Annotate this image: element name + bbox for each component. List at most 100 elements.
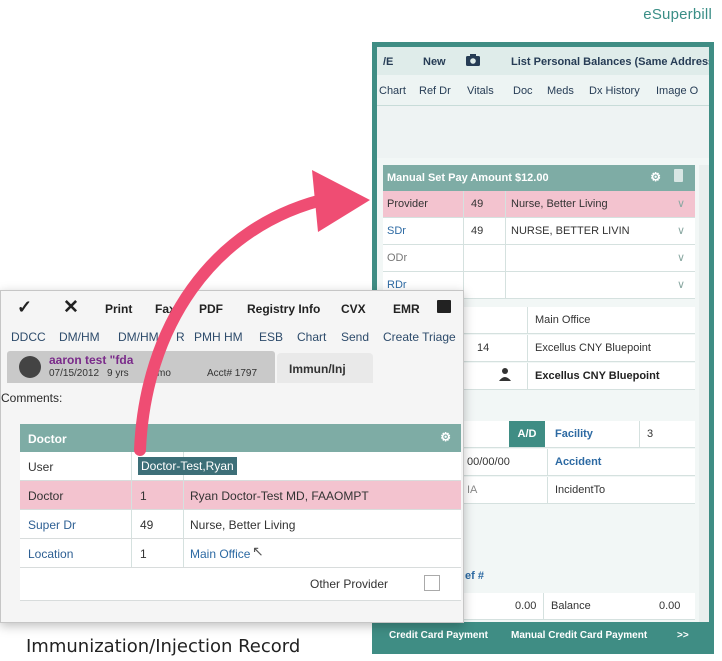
doctor-row[interactable]: Doctor 1 Ryan Doctor-Test MD, FAAOMPT	[20, 481, 461, 510]
patient-acct: Acct# 1797	[207, 368, 258, 379]
settings-icon[interactable]: ⚙	[440, 430, 451, 444]
other-provider-checkbox[interactable]	[424, 575, 440, 591]
nav-esb[interactable]: ESB	[259, 330, 283, 344]
document-icon[interactable]	[674, 169, 683, 182]
nav-ref-dr[interactable]: Ref Dr	[419, 85, 451, 97]
nav-chart[interactable]: Chart	[297, 330, 326, 344]
user-label: User	[28, 460, 54, 474]
chevron-down-icon[interactable]: ∨	[677, 197, 685, 210]
nav-dx-history[interactable]: Dx History	[589, 85, 640, 97]
comments-label: Comments:	[1, 391, 63, 405]
vertical-scrollbar[interactable]	[699, 165, 709, 635]
manual-credit-card-payment-button[interactable]: Manual Credit Card Payment	[511, 630, 647, 641]
nav-pmh-hm[interactable]: PMH HM	[194, 330, 243, 344]
avatar	[19, 356, 41, 378]
mouse-cursor-icon: ↖	[252, 543, 264, 559]
folder-icon[interactable]	[437, 300, 451, 313]
insurance-name-2: Excellus CNY Bluepoint	[535, 370, 660, 382]
location-row[interactable]: Location 1 Main Office ↖	[20, 539, 461, 568]
check-icon[interactable]: ✓	[17, 297, 32, 318]
ref-label: ef #	[465, 570, 484, 582]
nav-dm-hm[interactable]: DM/HM	[59, 330, 100, 344]
provider-name: Nurse, Better Living	[511, 198, 608, 210]
brand-label: eSuperbill	[643, 6, 712, 23]
toolbar-item-e[interactable]: /E	[383, 56, 393, 68]
nav-vitals[interactable]: Vitals	[467, 85, 494, 97]
balance-value: 0.00	[659, 600, 681, 612]
payment-button-bar: Credit Card Payment Manual Credit Card P…	[377, 622, 709, 649]
provider-code: 49	[471, 198, 484, 210]
location-label: Location	[28, 547, 74, 561]
incident-label: IncidentTo	[555, 484, 606, 496]
accident-label: Accident	[555, 456, 602, 468]
balance-label: Balance	[551, 600, 591, 612]
sdr-code: 49	[471, 225, 484, 237]
patient-tab[interactable]: aaron test "fda 07/15/2012 9 yrs mo Acct…	[7, 351, 275, 383]
cvx-button[interactable]: CVX	[341, 302, 366, 316]
camera-icon[interactable]	[465, 53, 481, 70]
immunization-nav: DDCC DM/HM DM/HM R PMH HM ESB Chart Send…	[1, 325, 463, 349]
chevron-down-icon[interactable]: ∨	[677, 224, 685, 237]
caption: Immunization/Injection Record	[26, 636, 301, 657]
nav-doc[interactable]: Doc	[513, 85, 533, 97]
arrow-head	[312, 170, 370, 232]
doctor-label: Doctor	[28, 489, 64, 503]
superbill-blank-area	[377, 106, 709, 158]
user-row[interactable]: User Doctor-Test,Ryan	[20, 452, 461, 481]
manual-set-pay-title: Manual Set Pay Amount $12.00	[387, 172, 549, 184]
nav-send[interactable]: Send	[341, 330, 369, 344]
pdf-button[interactable]: PDF	[199, 302, 223, 316]
nav-r[interactable]: R	[176, 330, 185, 344]
sdr-label: SDr	[387, 225, 406, 237]
super-dr-label: Super Dr	[28, 518, 77, 532]
fax-button[interactable]: Fax	[155, 302, 176, 316]
print-button[interactable]: Print	[105, 302, 132, 316]
facility-value: 3	[647, 428, 654, 440]
nav-meds[interactable]: Meds	[547, 85, 574, 97]
nav-dm-hm-2[interactable]: DM/HM	[118, 330, 159, 344]
emr-button[interactable]: EMR	[393, 302, 420, 316]
nav-ddcc[interactable]: DDCC	[11, 330, 46, 344]
doctor-panel-title: Doctor	[28, 432, 67, 446]
provider-label: Provider	[387, 198, 428, 210]
location-value[interactable]: Main Office	[190, 547, 250, 561]
facility-label: Facility	[555, 428, 593, 440]
immunization-window: ✓ ✕ Print Fax PDF Registry Info CVX EMR …	[0, 290, 464, 623]
provider-row[interactable]: Provider 49 Nurse, Better Living ∨	[383, 191, 695, 218]
chevron-down-icon[interactable]: ∨	[677, 251, 685, 264]
patient-name: aaron test "fda	[49, 353, 134, 367]
tab-immun-inj[interactable]: Immun/Inj	[277, 353, 373, 383]
nav-image[interactable]: Image O	[656, 85, 698, 97]
other-provider-row: Other Provider	[20, 568, 461, 601]
superbill-nav: Chart Ref Dr Vitals Doc Meds Dx History …	[377, 75, 709, 106]
location-value: Main Office	[535, 314, 591, 326]
nav-create-triage[interactable]: Create Triage	[383, 330, 456, 344]
superbill-toolbar: /E New List Personal Balances (Same Addr…	[377, 47, 709, 75]
person-icon	[499, 367, 511, 384]
doctor-code: 1	[140, 489, 147, 503]
doctor-value: Ryan Doctor-Test MD, FAAOMPT	[190, 489, 369, 503]
other-provider-label: Other Provider	[310, 577, 389, 591]
sdr-row[interactable]: SDr 49 NURSE, BETTER LIVIN ∨	[383, 218, 695, 245]
immunization-toolbar: ✓ ✕ Print Fax PDF Registry Info CVX EMR	[1, 291, 463, 325]
registry-info-button[interactable]: Registry Info	[247, 302, 320, 316]
nav-chart[interactable]: Chart	[379, 85, 406, 97]
settings-icon[interactable]: ⚙	[650, 170, 661, 184]
super-dr-row[interactable]: Super Dr 49 Nurse, Better Living	[20, 510, 461, 539]
amount-value: 0.00	[515, 600, 537, 612]
user-value[interactable]: Doctor-Test,Ryan	[138, 457, 237, 475]
date-value: 00/00/00	[467, 456, 510, 468]
list-personal-balances-button[interactable]: List Personal Balances (Same Address)	[511, 56, 709, 68]
odr-row[interactable]: ODr ∨	[383, 245, 695, 272]
new-button[interactable]: New	[423, 56, 446, 68]
patient-dob: 07/15/2012	[49, 368, 100, 379]
patient-age: 9 yrs	[107, 368, 129, 379]
chevron-down-icon[interactable]: ∨	[677, 278, 685, 291]
insurance-name-1: Excellus CNY Bluepoint	[535, 342, 651, 354]
tab-immun-inj-label: Immun/Inj	[289, 362, 346, 376]
more-button[interactable]: >>	[677, 630, 689, 641]
ad-button[interactable]: A/D	[509, 421, 545, 447]
close-icon[interactable]: ✕	[63, 296, 79, 319]
credit-card-payment-button[interactable]: Credit Card Payment	[389, 630, 488, 641]
manual-set-pay-header: Manual Set Pay Amount $12.00 ⚙	[383, 165, 695, 191]
